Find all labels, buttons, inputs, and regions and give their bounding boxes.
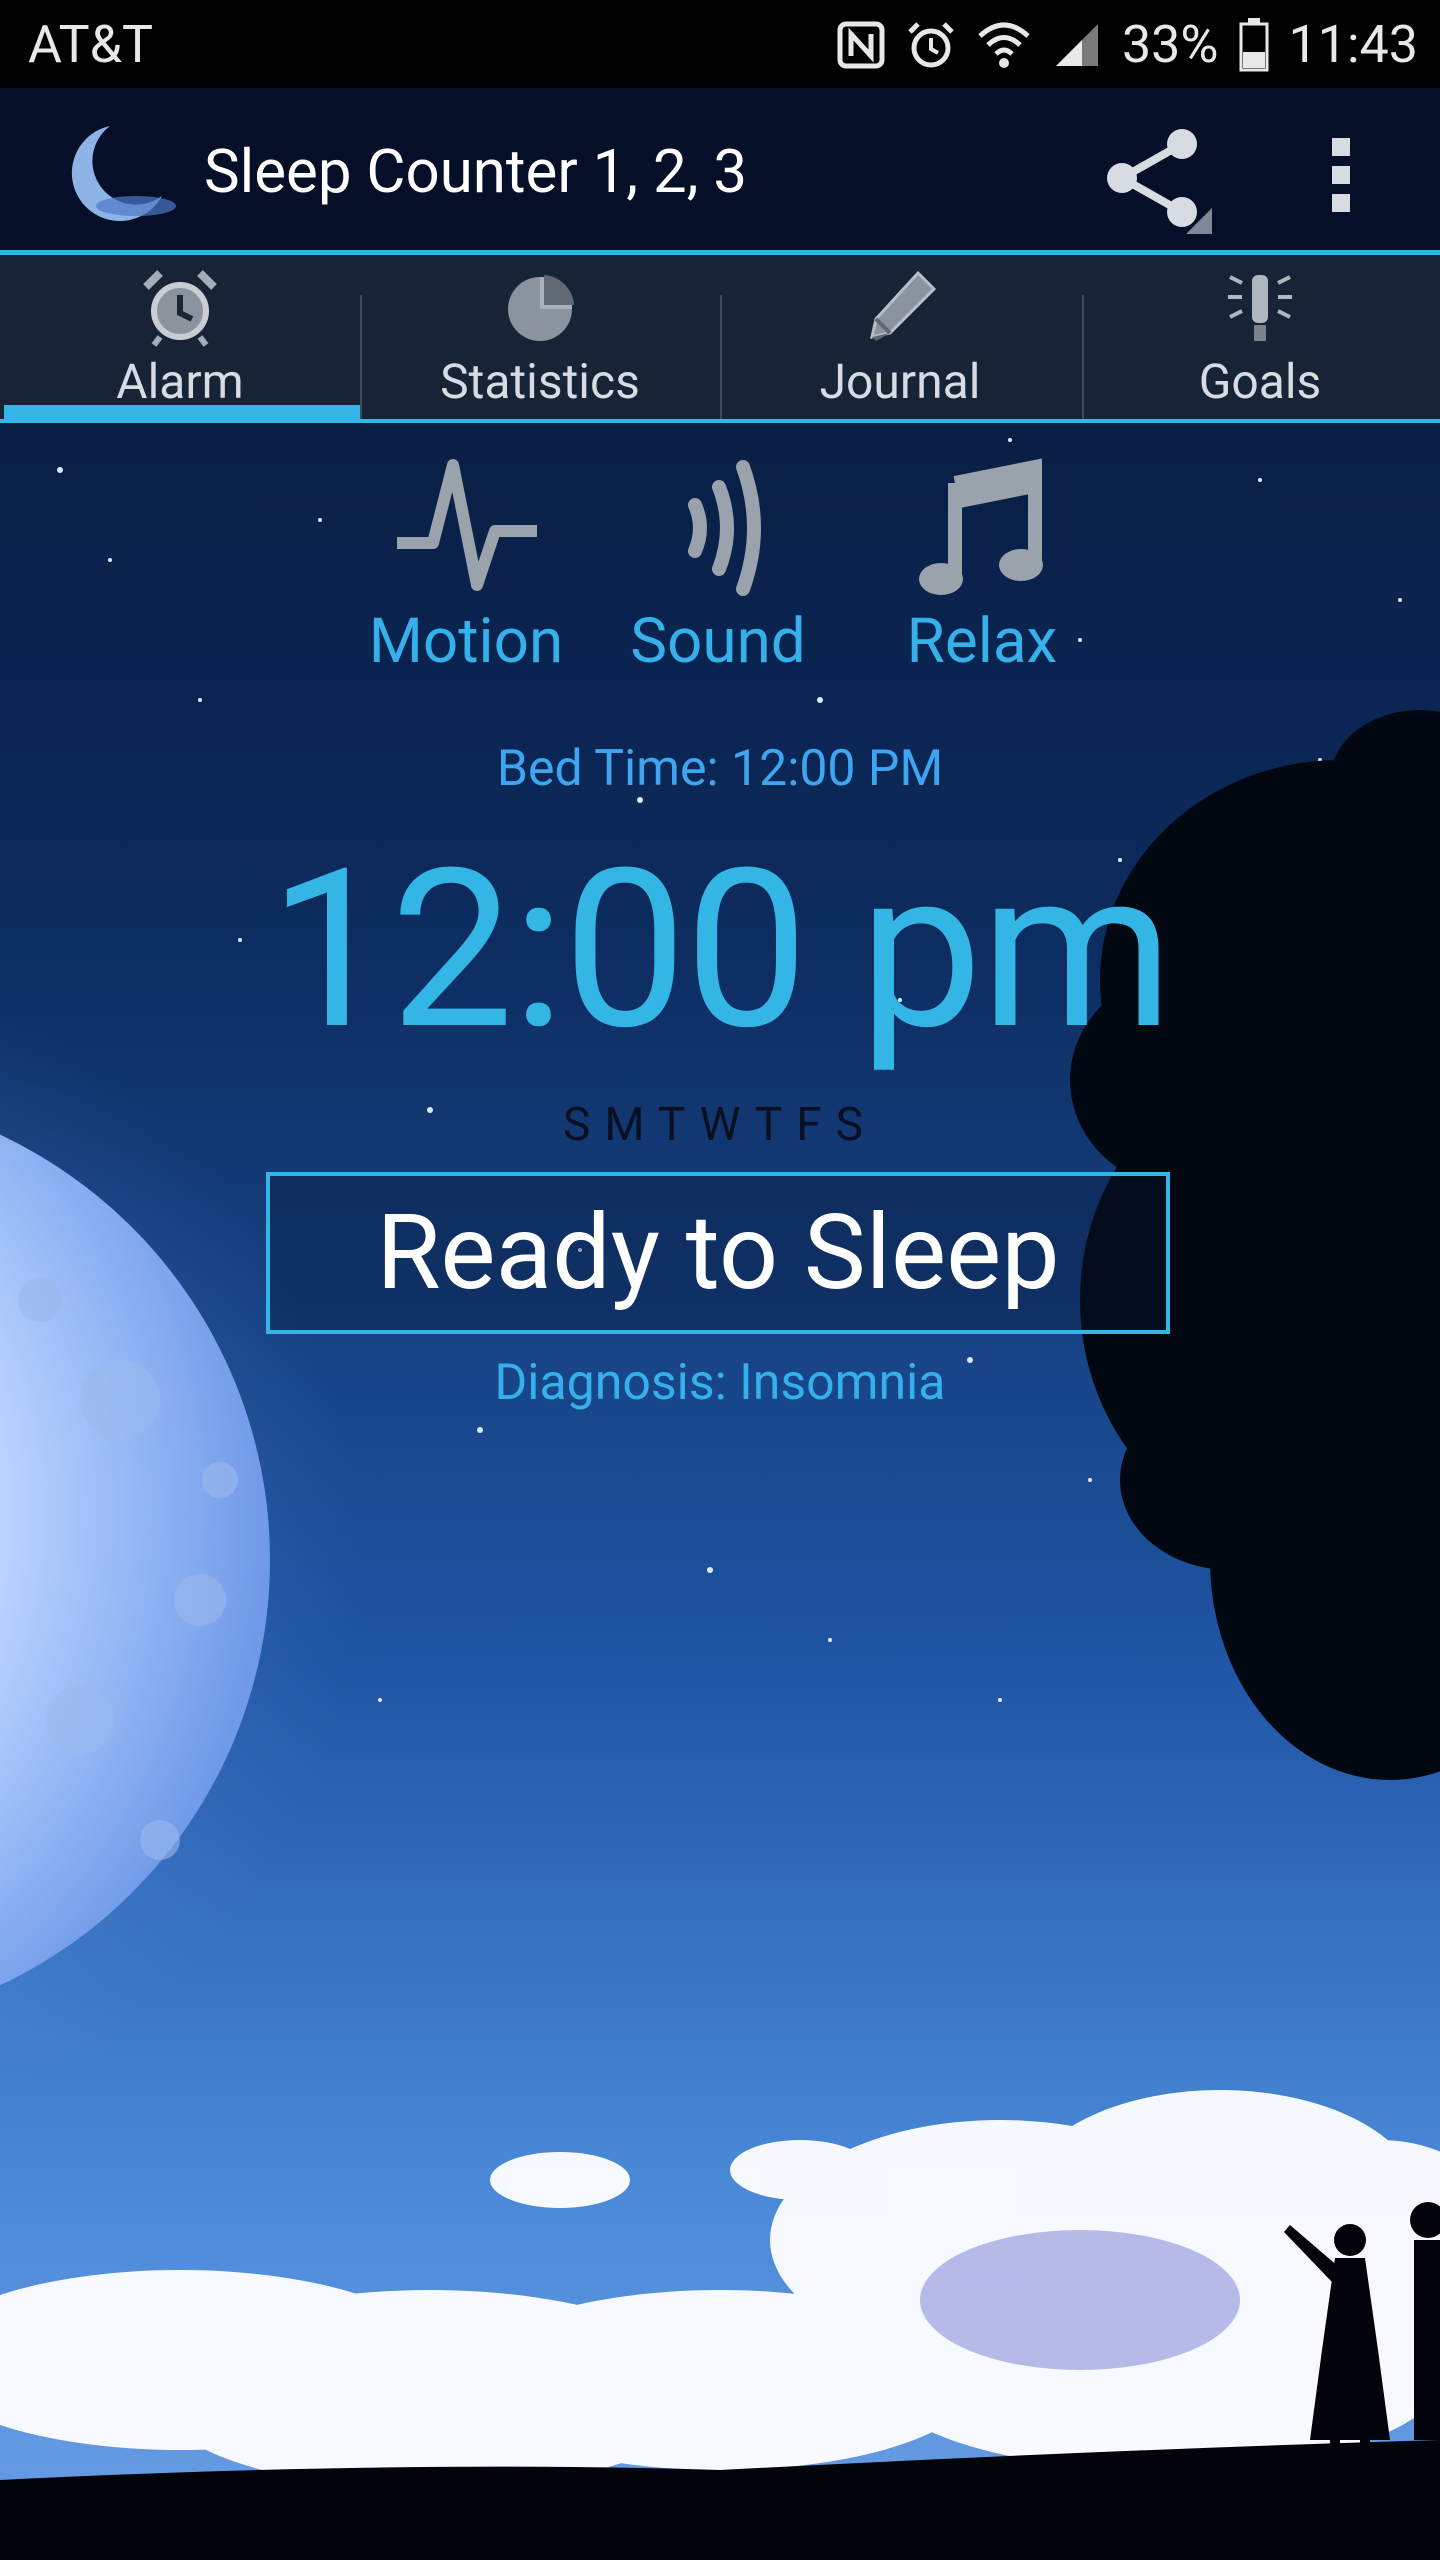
tab-label-journal: Journal [819,353,981,410]
relax-label: Relax [906,605,1058,678]
status-icons: 33% 11:43 [836,14,1418,75]
pie-chart-icon [508,275,574,341]
alarm-icon [906,20,956,70]
tab-alarm[interactable]: Alarm [0,255,360,423]
light-bulb-icon [1228,275,1292,341]
sound-mode-button[interactable]: Sound [598,445,838,685]
alarm-time-display[interactable]: 12:00 pm [0,840,1440,1060]
tab-label-alarm: Alarm [116,353,244,410]
active-tab-indicator [4,405,360,421]
tab-label-statistics: Statistics [440,353,640,410]
nfc-icon [836,20,886,70]
app-title: Sleep Counter 1, 2, 3 [204,136,748,207]
moon-logo-icon[interactable] [50,122,180,222]
overflow-menu-icon [1332,138,1350,212]
signal-icon [1052,20,1102,70]
battery-percent: 33% [1121,14,1219,75]
tab-separator [1082,295,1084,423]
ready-to-sleep-button[interactable]: Ready to Sleep [266,1172,1170,1334]
sound-waves-icon [688,460,761,596]
wifi-icon [976,20,1032,70]
motion-mode-button[interactable]: Motion [346,445,586,685]
music-note-icon [919,458,1043,595]
relax-mode-button[interactable]: Relax [862,445,1102,685]
overflow-menu-button[interactable] [1312,124,1372,224]
tab-goals[interactable]: Goals [1080,255,1440,423]
pulse-icon [397,459,537,591]
tab-separator [360,295,362,423]
sound-label: Sound [630,605,806,678]
share-icon [1107,129,1212,234]
alarm-clock-icon [143,270,217,347]
tab-separator [720,295,722,423]
tab-label-goals: Goals [1198,353,1322,410]
diagnosis-text: Diagnosis: Insomnia [494,1354,946,1412]
tab-statistics[interactable]: Statistics [360,255,720,423]
battery-icon [1239,17,1269,72]
carrier-name: AT&T [28,14,154,75]
motion-label: Motion [368,605,564,678]
tab-journal[interactable]: Journal [720,255,1080,423]
share-button[interactable] [1092,124,1212,234]
pencil-icon [870,270,937,341]
status-bar: AT&T 33% 11:43 [0,0,1440,88]
bed-time-text[interactable]: Bed Time: 12:00 PM [0,740,1440,798]
weekday-selector[interactable]: SMTWTFS [0,1098,1440,1152]
clock-time: 11:43 [1288,14,1419,75]
